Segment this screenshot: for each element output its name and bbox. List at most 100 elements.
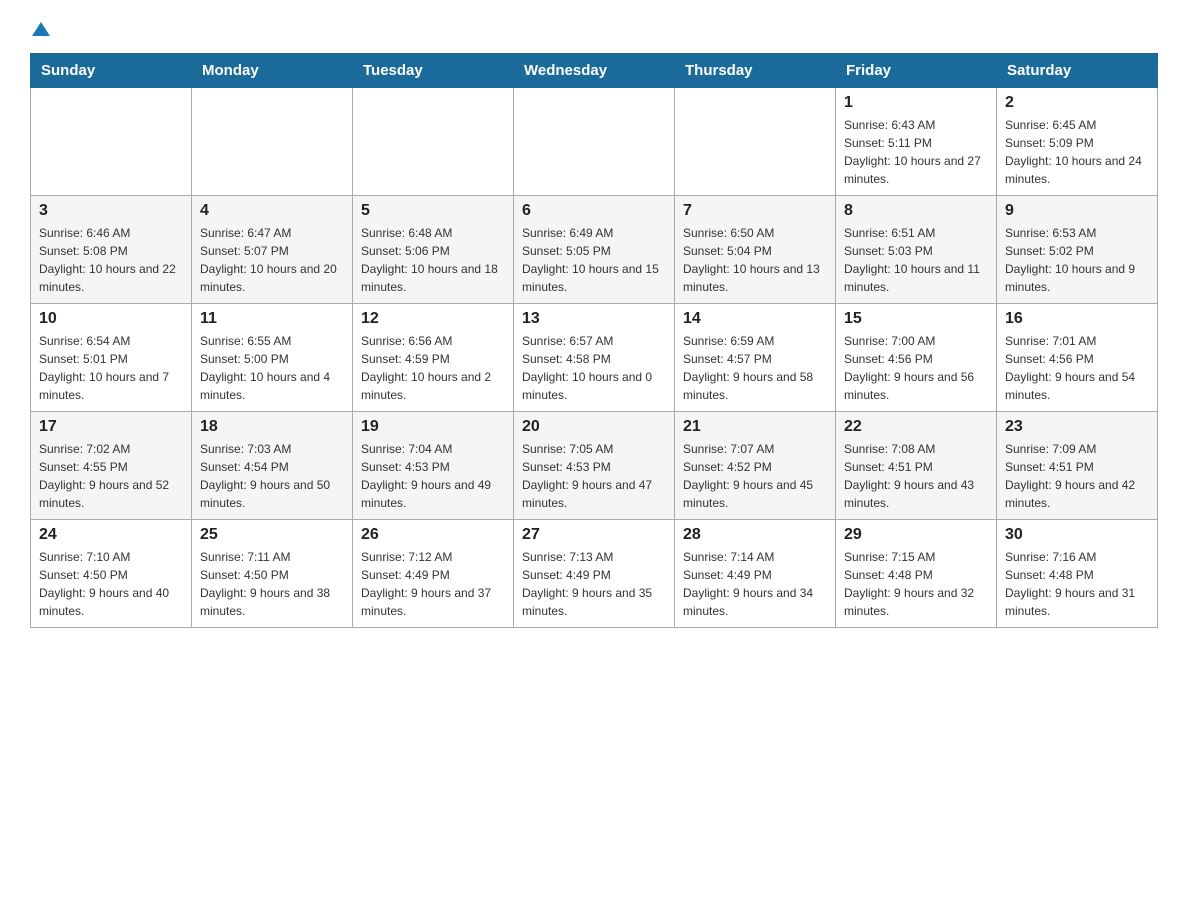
col-sunday: Sunday: [31, 54, 192, 88]
calendar-header-row: Sunday Monday Tuesday Wednesday Thursday…: [31, 54, 1158, 88]
logo-triangle-icon: [32, 20, 50, 43]
col-thursday: Thursday: [675, 54, 836, 88]
calendar-cell: 20Sunrise: 7:05 AM Sunset: 4:53 PM Dayli…: [514, 412, 675, 520]
page-header: [30, 20, 1158, 43]
day-info: Sunrise: 6:54 AM Sunset: 5:01 PM Dayligh…: [39, 332, 183, 404]
day-number: 4: [200, 202, 344, 220]
day-number: 22: [844, 418, 988, 436]
day-number: 3: [39, 202, 183, 220]
calendar-cell: 30 Sunrise: 7:16 AM Sunset: 4:48 PM Dayli…: [997, 520, 1158, 628]
day-number: 6: [522, 202, 666, 220]
day-number: 7: [683, 202, 827, 220]
col-saturday: Saturday: [997, 54, 1158, 88]
calendar-cell: 4 Sunrise: 6:47 AM Sunset: 5:07 PM Daylig…: [192, 196, 353, 304]
calendar-cell: 8 Sunrise: 6:51 AM Sunset: 5:03 PM Daylig…: [836, 196, 997, 304]
day-info: Sunrise: 7:04 AM Sunset: 4:53 PM Dayligh…: [361, 440, 505, 512]
day-number: 13: [522, 310, 666, 328]
calendar-cell: 26Sunrise: 7:12 AM Sunset: 4:49 PM Dayli…: [353, 520, 514, 628]
calendar-cell: 16Sunrise: 7:01 AM Sunset: 4:56 PM Dayli…: [997, 304, 1158, 412]
calendar-cell: 11 Sunrise: 6:55 AM Sunset: 5:00 PM Dayli…: [192, 304, 353, 412]
day-info: Sunrise: 6:57 AM Sunset: 4:58 PM Dayligh…: [522, 332, 666, 404]
day-info: Sunrise: 7:09 AM Sunset: 4:51 PM Dayligh…: [1005, 440, 1149, 512]
day-info: Sunrise: 7:10 AM Sunset: 4:50 PM Dayligh…: [39, 548, 183, 620]
day-info: Sunrise: 6:55 AM Sunset: 5:00 PM Dayligh…: [200, 332, 344, 404]
day-info: Sunrise: 7:07 AM Sunset: 4:52 PM Dayligh…: [683, 440, 827, 512]
day-info: Sunrise: 7:14 AM Sunset: 4:49 PM Dayligh…: [683, 548, 827, 620]
col-monday: Monday: [192, 54, 353, 88]
day-info: Sunrise: 7:15 AM Sunset: 4:48 PM Dayligh…: [844, 548, 988, 620]
calendar-cell: 15 Sunrise: 7:00 AM Sunset: 4:56 PM Dayli…: [836, 304, 997, 412]
day-info: Sunrise: 6:49 AM Sunset: 5:05 PM Dayligh…: [522, 224, 666, 296]
calendar-cell: 14Sunrise: 6:59 AM Sunset: 4:57 PM Dayli…: [675, 304, 836, 412]
calendar-cell: [675, 88, 836, 196]
day-number: 5: [361, 202, 505, 220]
day-number: 30: [1005, 526, 1149, 544]
day-number: 19: [361, 418, 505, 436]
day-number: 23: [1005, 418, 1149, 436]
day-number: 20: [522, 418, 666, 436]
day-info: Sunrise: 6:53 AM Sunset: 5:02 PM Dayligh…: [1005, 224, 1149, 296]
day-info: Sunrise: 6:48 AM Sunset: 5:06 PM Dayligh…: [361, 224, 505, 296]
day-number: 27: [522, 526, 666, 544]
calendar-cell: 27 Sunrise: 7:13 AM Sunset: 4:49 PM Dayli…: [514, 520, 675, 628]
day-info: Sunrise: 7:02 AM Sunset: 4:55 PM Dayligh…: [39, 440, 183, 512]
calendar-cell: 22 Sunrise: 7:08 AM Sunset: 4:51 PM Dayli…: [836, 412, 997, 520]
day-info: Sunrise: 7:00 AM Sunset: 4:56 PM Dayligh…: [844, 332, 988, 404]
calendar-week-row: 17 Sunrise: 7:02 AM Sunset: 4:55 PM Dayli…: [31, 412, 1158, 520]
calendar-cell: 7 Sunrise: 6:50 AM Sunset: 5:04 PM Daylig…: [675, 196, 836, 304]
day-info: Sunrise: 6:47 AM Sunset: 5:07 PM Dayligh…: [200, 224, 344, 296]
calendar-week-row: 3 Sunrise: 6:46 AM Sunset: 5:08 PM Daylig…: [31, 196, 1158, 304]
day-number: 17: [39, 418, 183, 436]
calendar-cell: [31, 88, 192, 196]
col-friday: Friday: [836, 54, 997, 88]
col-tuesday: Tuesday: [353, 54, 514, 88]
day-number: 25: [200, 526, 344, 544]
day-number: 10: [39, 310, 183, 328]
calendar-cell: 18Sunrise: 7:03 AM Sunset: 4:54 PM Dayli…: [192, 412, 353, 520]
calendar-cell: 12Sunrise: 6:56 AM Sunset: 4:59 PM Dayli…: [353, 304, 514, 412]
day-number: 29: [844, 526, 988, 544]
day-number: 1: [844, 94, 988, 112]
day-info: Sunrise: 6:45 AM Sunset: 5:09 PM Dayligh…: [1005, 116, 1149, 188]
day-info: Sunrise: 6:43 AM Sunset: 5:11 PM Dayligh…: [844, 116, 988, 188]
calendar-cell: 23 Sunrise: 7:09 AM Sunset: 4:51 PM Dayli…: [997, 412, 1158, 520]
day-number: 9: [1005, 202, 1149, 220]
calendar-cell: 28 Sunrise: 7:14 AM Sunset: 4:49 PM Dayli…: [675, 520, 836, 628]
day-number: 24: [39, 526, 183, 544]
day-info: Sunrise: 6:50 AM Sunset: 5:04 PM Dayligh…: [683, 224, 827, 296]
day-number: 21: [683, 418, 827, 436]
calendar-cell: 24 Sunrise: 7:10 AM Sunset: 4:50 PM Dayli…: [31, 520, 192, 628]
calendar-cell: 9 Sunrise: 6:53 AM Sunset: 5:02 PM Daylig…: [997, 196, 1158, 304]
day-number: 15: [844, 310, 988, 328]
calendar-cell: [514, 88, 675, 196]
calendar-cell: 3 Sunrise: 6:46 AM Sunset: 5:08 PM Daylig…: [31, 196, 192, 304]
day-info: Sunrise: 7:08 AM Sunset: 4:51 PM Dayligh…: [844, 440, 988, 512]
day-number: 12: [361, 310, 505, 328]
calendar-cell: 25Sunrise: 7:11 AM Sunset: 4:50 PM Dayli…: [192, 520, 353, 628]
logo-general-row: [30, 20, 50, 43]
day-number: 8: [844, 202, 988, 220]
day-number: 11: [200, 310, 344, 328]
calendar-table: Sunday Monday Tuesday Wednesday Thursday…: [30, 53, 1158, 628]
calendar-cell: [353, 88, 514, 196]
col-wednesday: Wednesday: [514, 54, 675, 88]
calendar-cell: 21 Sunrise: 7:07 AM Sunset: 4:52 PM Dayli…: [675, 412, 836, 520]
day-info: Sunrise: 7:03 AM Sunset: 4:54 PM Dayligh…: [200, 440, 344, 512]
day-info: Sunrise: 6:51 AM Sunset: 5:03 PM Dayligh…: [844, 224, 988, 296]
day-info: Sunrise: 6:59 AM Sunset: 4:57 PM Dayligh…: [683, 332, 827, 404]
calendar-cell: 5 Sunrise: 6:48 AM Sunset: 5:06 PM Daylig…: [353, 196, 514, 304]
day-number: 2: [1005, 94, 1149, 112]
day-info: Sunrise: 7:16 AM Sunset: 4:48 PM Dayligh…: [1005, 548, 1149, 620]
calendar-week-row: 24 Sunrise: 7:10 AM Sunset: 4:50 PM Dayli…: [31, 520, 1158, 628]
calendar-cell: 19 Sunrise: 7:04 AM Sunset: 4:53 PM Dayli…: [353, 412, 514, 520]
calendar-cell: [192, 88, 353, 196]
calendar-cell: 6 Sunrise: 6:49 AM Sunset: 5:05 PM Daylig…: [514, 196, 675, 304]
calendar-cell: 1 Sunrise: 6:43 AM Sunset: 5:11 PM Daylig…: [836, 88, 997, 196]
calendar-cell: 13 Sunrise: 6:57 AM Sunset: 4:58 PM Dayli…: [514, 304, 675, 412]
day-number: 28: [683, 526, 827, 544]
calendar-cell: 17 Sunrise: 7:02 AM Sunset: 4:55 PM Dayli…: [31, 412, 192, 520]
calendar-week-row: 10 Sunrise: 6:54 AM Sunset: 5:01 PM Dayli…: [31, 304, 1158, 412]
day-info: Sunrise: 6:46 AM Sunset: 5:08 PM Dayligh…: [39, 224, 183, 296]
day-info: Sunrise: 7:13 AM Sunset: 4:49 PM Dayligh…: [522, 548, 666, 620]
day-info: Sunrise: 7:01 AM Sunset: 4:56 PM Dayligh…: [1005, 332, 1149, 404]
